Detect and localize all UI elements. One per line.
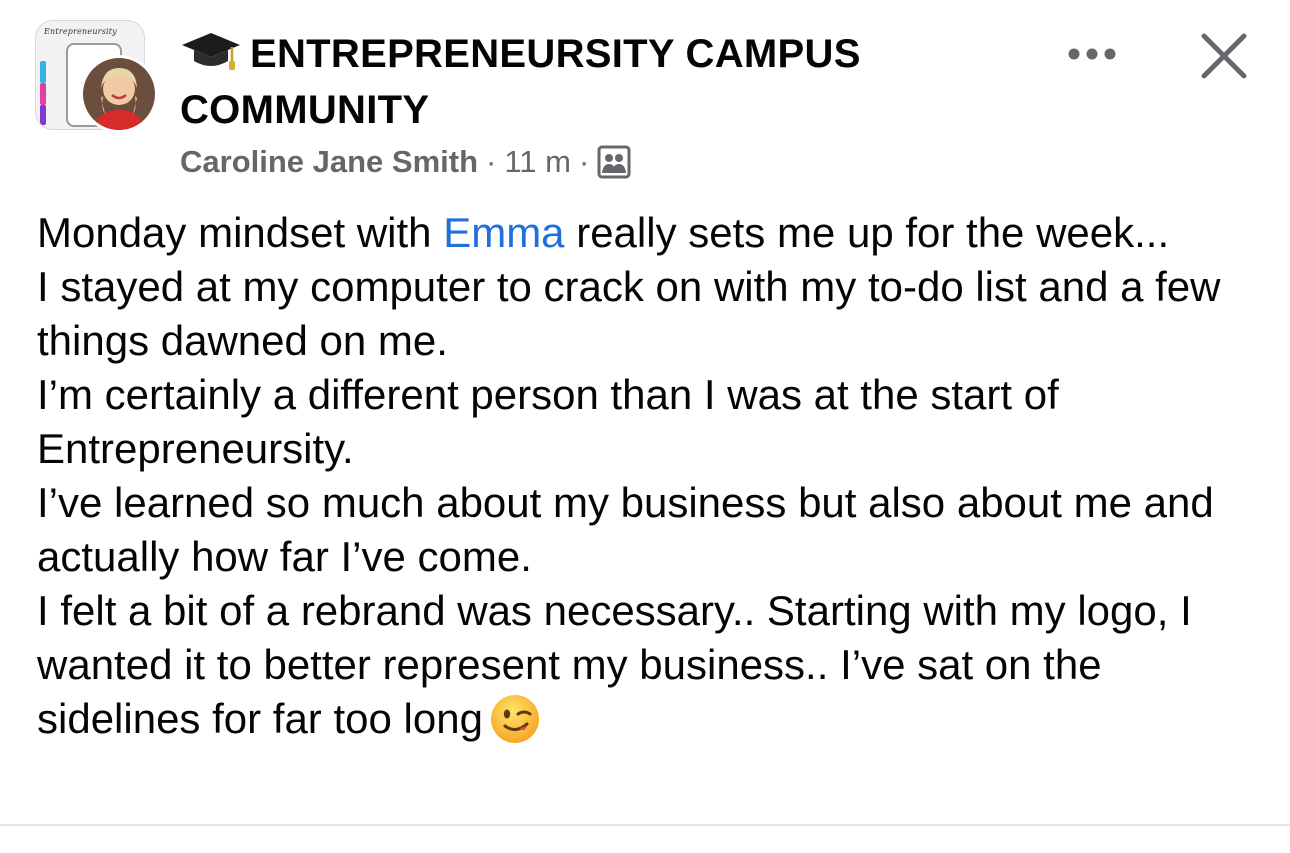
author-avatar[interactable] xyxy=(80,55,158,133)
post-paragraph: I stayed at my computer to crack on with… xyxy=(37,263,1221,364)
close-icon xyxy=(1201,33,1247,79)
group-title-text: ENTREPRENEURSITY CAMPUS COMMUNITY xyxy=(180,32,861,132)
mention-link[interactable]: Emma xyxy=(443,209,564,256)
post-paragraph: I’ve learned so much about my business b… xyxy=(37,479,1214,580)
group-thumbnail-banner: Entrepreneursity xyxy=(44,27,117,36)
post-paragraph: I’m certainly a different person than I … xyxy=(37,371,1059,472)
post-text: Monday mindset with xyxy=(37,209,444,256)
author-name[interactable]: Caroline Jane Smith xyxy=(180,144,478,179)
winking-face-icon xyxy=(490,695,539,743)
close-button[interactable] xyxy=(1192,24,1256,88)
post-body: Monday mindset with Emma really sets me … xyxy=(37,206,1262,746)
more-dots-icon xyxy=(1068,48,1116,60)
post-paragraph: Monday mindset with Emma really sets me … xyxy=(37,206,1262,260)
post-text: really sets me up for the week... xyxy=(564,209,1170,256)
graduation-cap-icon xyxy=(182,33,240,70)
more-options-button[interactable] xyxy=(1060,30,1124,78)
post-text: I felt a bit of a rebrand was necessary.… xyxy=(37,587,1192,742)
thumb-stripe-blue xyxy=(40,61,46,83)
post-divider xyxy=(0,824,1290,826)
post-time[interactable]: 11 m xyxy=(504,144,571,179)
thumb-stripe-purple xyxy=(40,105,46,125)
avatar-image xyxy=(83,58,155,130)
meta-separator: · xyxy=(486,144,497,179)
thumb-stripe-pink xyxy=(40,83,46,105)
meta-separator: · xyxy=(578,144,590,179)
group-title[interactable]: ENTREPRENEURSITY CAMPUS COMMUNITY xyxy=(180,26,970,138)
post-card: Entrepreneursity ENTREPRENEURSITY CAMPUS… xyxy=(0,0,1290,853)
post-paragraph: I felt a bit of a rebrand was necessary.… xyxy=(37,584,1262,746)
group-members-icon xyxy=(597,145,631,179)
post-meta: Caroline Jane Smith · 11 m · xyxy=(180,142,631,182)
